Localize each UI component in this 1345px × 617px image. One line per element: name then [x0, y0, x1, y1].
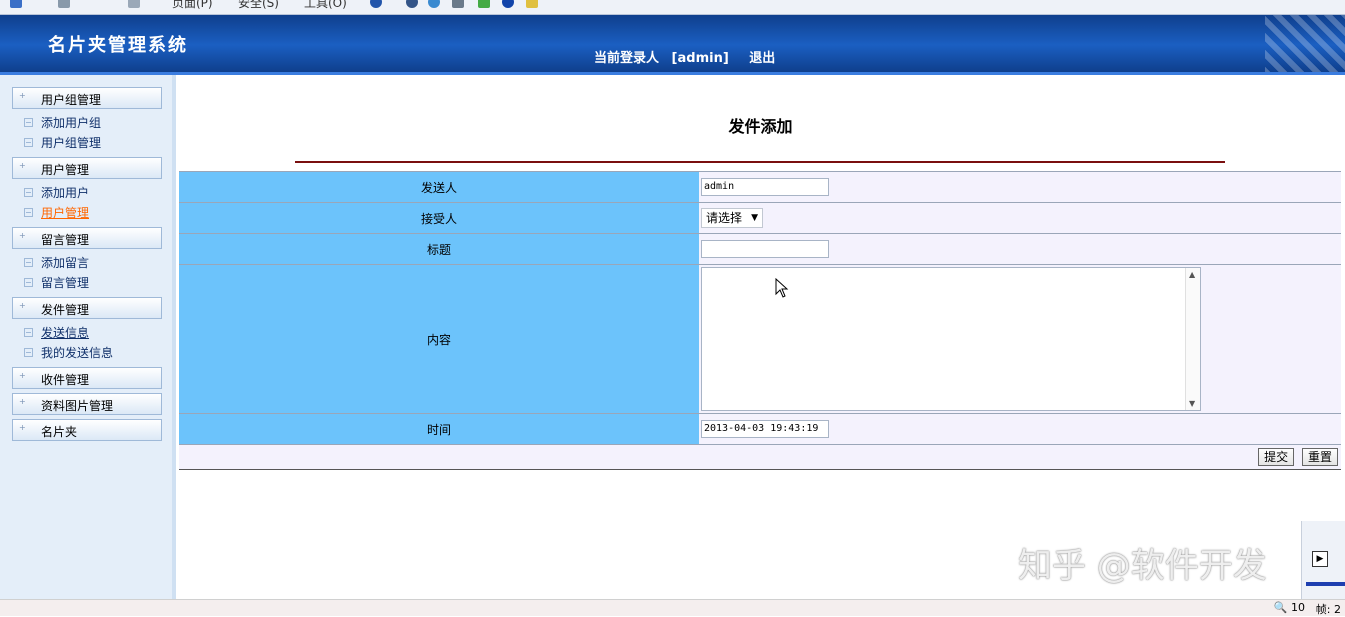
item-icon: [24, 328, 33, 337]
title-divider: [295, 161, 1225, 163]
item-icon: [24, 208, 33, 217]
expand-icon: +: [19, 397, 26, 406]
scroll-down-icon[interactable]: ▼: [1189, 399, 1195, 408]
sidebar-group-users[interactable]: + 用户管理: [12, 157, 162, 179]
expand-icon: +: [19, 91, 26, 100]
sidebar-group-label: 用户组管理: [41, 93, 102, 107]
safety-menu[interactable]: 安全(S): [238, 0, 279, 11]
submit-button[interactable]: 提交: [1258, 448, 1295, 466]
mouse-cursor-icon: [775, 278, 789, 298]
browser-toolbar: 页面(P) 安全(S) 工具(O): [0, 0, 1345, 15]
page-menu[interactable]: 页面(P): [172, 0, 213, 11]
content-label: 内容: [179, 264, 699, 414]
receiver-label: 接受人: [179, 202, 699, 234]
scroll-up-icon[interactable]: ▲: [1189, 270, 1195, 279]
form-row-receiver: 接受人 请选择 ▼: [179, 202, 1341, 234]
home-icon[interactable]: [10, 0, 22, 8]
expand-icon: +: [19, 231, 26, 240]
watermark: 知乎 @软件开发: [1018, 546, 1267, 586]
expand-icon: +: [19, 301, 26, 310]
time-input[interactable]: 2013-04-03 19:43:19: [701, 420, 829, 438]
sidebar-item-add-message[interactable]: 添加留言: [24, 254, 89, 272]
subject-label: 标题: [179, 233, 699, 265]
sidebar-item-my-sent[interactable]: 我的发送信息: [24, 344, 113, 362]
app-title: 名片夹管理系统: [48, 35, 188, 56]
chevron-down-icon: ▼: [751, 213, 758, 223]
expand-icon: +: [19, 423, 26, 432]
sidebar-group-label: 留言管理: [41, 233, 90, 247]
item-icon: [24, 188, 33, 197]
sidebar-group-label: 资料图片管理: [41, 399, 114, 413]
form-row-content: 内容 ▲ ▼: [179, 264, 1341, 414]
tools-menu[interactable]: 工具(O): [304, 0, 347, 11]
sidebar-item-send-message[interactable]: 发送信息: [24, 324, 89, 342]
subject-input[interactable]: [701, 240, 829, 258]
addon-icon[interactable]: [478, 0, 490, 8]
highlight-icon[interactable]: [526, 0, 538, 8]
textarea-scrollbar[interactable]: ▲ ▼: [1185, 268, 1200, 410]
form-row-sender: 发送人 admin: [179, 171, 1341, 203]
sidebar-item-user-group-manage[interactable]: 用户组管理: [24, 134, 101, 152]
time-label: 时间: [179, 413, 699, 445]
login-user: [admin]: [671, 51, 729, 66]
feeds-icon[interactable]: [58, 0, 70, 8]
login-info: 当前登录人 [admin] 退出: [594, 47, 783, 66]
item-icon: [24, 118, 33, 127]
sidebar: + 用户组管理 添加用户组 用户组管理 + 用户管理 添加用户 用户管理 + 留…: [0, 75, 176, 599]
sidebar-item-user-manage[interactable]: 用户管理: [24, 204, 89, 222]
sidebar-group-inbox[interactable]: + 收件管理: [12, 367, 162, 389]
shield-icon[interactable]: [428, 0, 440, 8]
receiver-select[interactable]: 请选择 ▼: [701, 208, 763, 228]
sidebar-group-label: 发件管理: [41, 303, 90, 317]
notes-icon[interactable]: [452, 0, 464, 8]
sidebar-group-label: 收件管理: [41, 373, 90, 387]
sidebar-item-add-user[interactable]: 添加用户: [24, 184, 89, 202]
item-icon: [24, 258, 33, 267]
sidebar-group-label: 用户管理: [41, 163, 90, 177]
sidebar-group-messages[interactable]: + 留言管理: [12, 227, 162, 249]
research-icon[interactable]: [406, 0, 418, 8]
form-row-subject: 标题: [179, 233, 1341, 265]
item-icon: [24, 348, 33, 357]
form-row-time: 时间 2013-04-03 19:43:19: [179, 413, 1341, 445]
expand-icon: +: [19, 371, 26, 380]
form-row-actions: 提交 重置: [179, 444, 1341, 470]
main-content: 发件添加 发送人 admin 接受人 请选择 ▼ 标题 内容 ▲ ▼ 时间 20…: [176, 75, 1345, 599]
item-icon: [24, 138, 33, 147]
send-form: 发送人 admin 接受人 请选择 ▼ 标题 内容 ▲ ▼ 时间 2013-04…: [179, 171, 1341, 470]
player-widget: ▶: [1301, 521, 1345, 599]
login-label: 当前登录人: [594, 51, 660, 66]
help-icon[interactable]: [370, 0, 382, 8]
sender-input[interactable]: admin: [701, 178, 829, 196]
sidebar-group-label: 名片夹: [41, 425, 78, 439]
sidebar-group-outbox[interactable]: + 发件管理: [12, 297, 162, 319]
print-icon[interactable]: [128, 0, 140, 8]
app-header: 名片夹管理系统 当前登录人 [admin] 退出: [0, 15, 1345, 75]
progress-bar: [1306, 582, 1345, 586]
page-title: 发件添加: [728, 117, 793, 136]
logout-link[interactable]: 退出: [749, 51, 775, 66]
sidebar-item-message-manage[interactable]: 留言管理: [24, 274, 89, 292]
sender-label: 发送人: [179, 171, 699, 203]
zoom-indicator[interactable]: 🔍 10: [1274, 601, 1305, 614]
play-icon[interactable]: ▶: [1312, 551, 1328, 567]
expand-icon: +: [19, 161, 26, 170]
reset-button[interactable]: 重置: [1301, 448, 1338, 466]
sidebar-group-user-groups[interactable]: + 用户组管理: [12, 87, 162, 109]
sidebar-group-images[interactable]: + 资料图片管理: [12, 393, 162, 415]
status-bar: 🔍 10 帧: 2: [0, 599, 1345, 616]
sidebar-group-card-holder[interactable]: + 名片夹: [12, 419, 162, 441]
sidebar-item-add-user-group[interactable]: 添加用户组: [24, 114, 101, 132]
messenger-icon[interactable]: [502, 0, 514, 8]
item-icon: [24, 278, 33, 287]
keyboard-decoration: [1265, 15, 1345, 75]
receiver-selected: 请选择: [706, 211, 743, 225]
